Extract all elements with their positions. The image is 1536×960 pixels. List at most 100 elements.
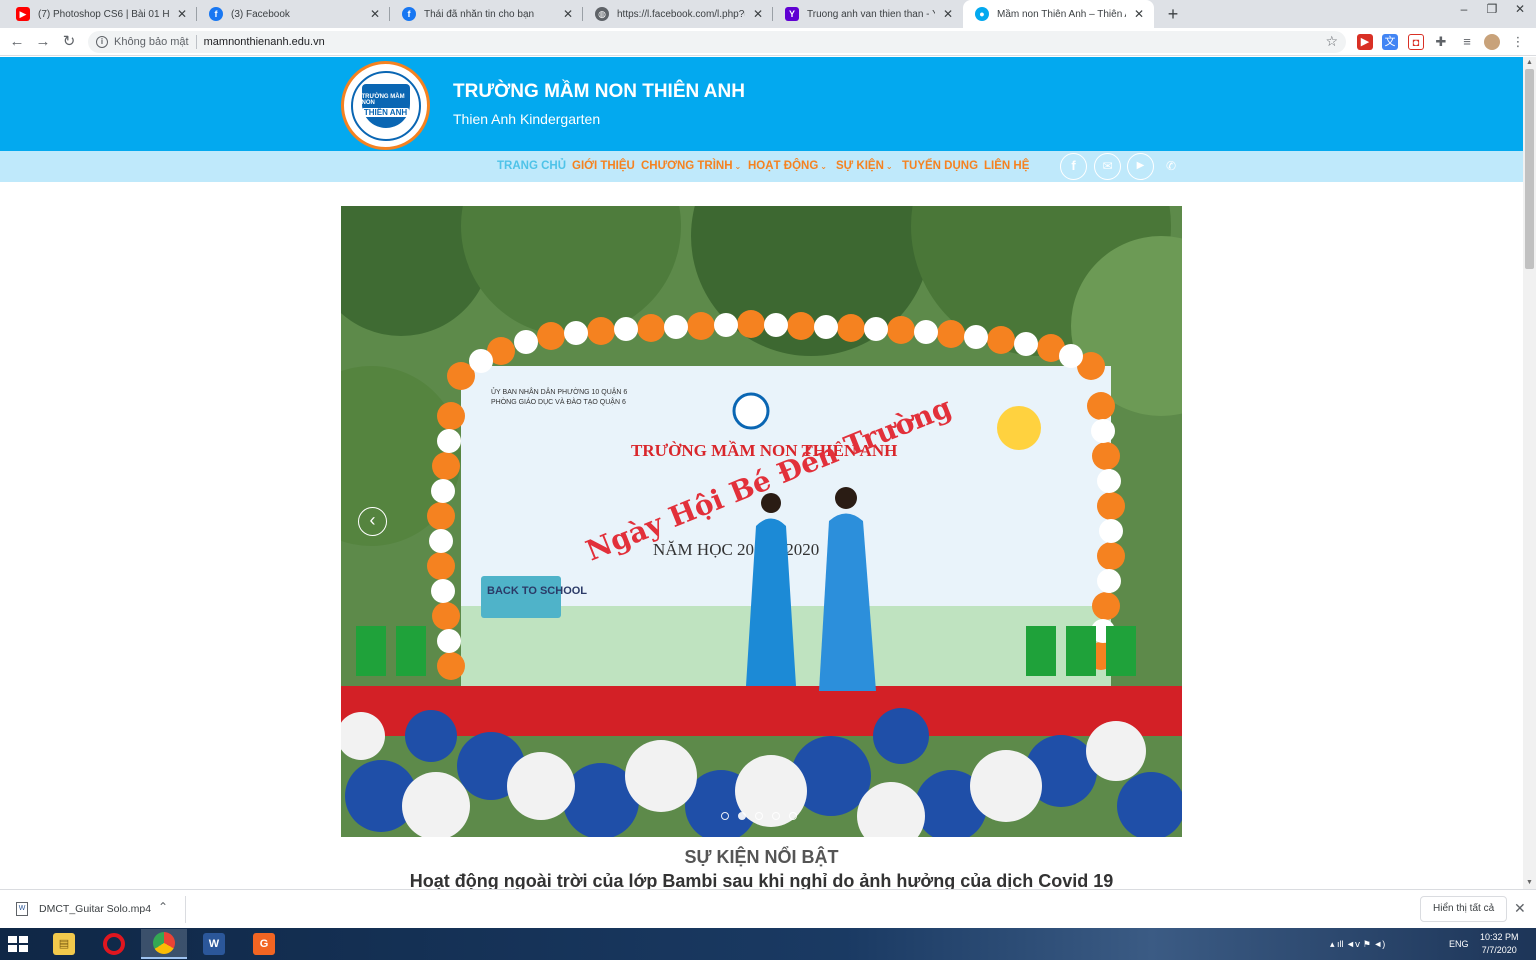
reload-button[interactable]: ↻ [59,32,79,52]
show-all-button[interactable]: Hiển thị tất cả [1420,896,1508,922]
chrome-app[interactable] [141,929,187,959]
file-explorer-app[interactable]: ▤ [41,929,87,959]
pdf-icon: G [253,933,275,955]
nav-item-events[interactable]: SỰ KIỆN ⌄ [836,151,893,182]
youtube-icon[interactable]: ▶ [1127,153,1154,180]
slider-dot[interactable] [789,812,797,820]
nav-item-activities[interactable]: HOẠT ĐỘNG ⌄ [748,151,827,182]
browser-tab-3[interactable]: ◍ https://l.facebook.com/l.php?u= ✕ [583,0,773,28]
restore-button[interactable]: ❐ [1478,0,1506,20]
close-icon[interactable]: ✕ [561,7,575,21]
folder-icon: ▤ [53,933,75,955]
site-title[interactable]: TRƯỜNG MẦM NON THIÊN ANH [453,81,745,103]
security-label: Không bảo mật [114,36,189,48]
facebook-icon: f [209,7,223,21]
close-icon[interactable]: ✕ [175,7,189,21]
bookmark-star-icon[interactable]: ☆ [1325,33,1338,50]
banner-small-text-1: ỦY BAN NHÂN DÂN PHƯỜNG 10 QUẬN 6 [491,387,627,396]
tab-title: https://l.facebook.com/l.php?u= [617,8,745,20]
chevron-down-icon: ⌄ [820,162,827,171]
forward-button[interactable]: → [33,32,53,52]
site-subtitle: Thien Anh Kindergarten [453,111,601,127]
youtube-icon: ▶ [16,7,30,21]
mail-icon[interactable]: ✉ [1094,153,1121,180]
logo-text-top: TRƯỜNG MẦM NON [361,94,405,106]
nav-item-recruitment[interactable]: TUYỂN DỤNG [902,151,978,182]
close-window-button[interactable]: ✕ [1506,0,1534,20]
slider-dot[interactable] [772,812,780,820]
logo-text-main: THIÊN ANH [361,108,410,117]
facebook-icon[interactable]: f [1060,153,1087,180]
page-scrollbar[interactable]: ▲ ▼ [1523,57,1536,889]
divider [185,896,186,923]
word-app[interactable]: W [191,929,237,959]
scroll-up-icon[interactable]: ▲ [1523,57,1536,69]
tray-icons[interactable]: ▴ ıll ◄ⅴ ⚑ ◄) [1330,928,1385,960]
opera-icon [103,933,125,955]
browser-tab-0[interactable]: ▶ (7) Photoshop CS6 | Bài 01 Học c ✕ [4,0,197,28]
section-title: SỰ KIỆN NỔI BẬT [684,847,839,867]
taskbar-clock[interactable]: 10:32 PM 7/7/2020 [1480,931,1519,957]
language-indicator[interactable]: ENG [1449,928,1469,960]
opera-app[interactable] [91,929,137,959]
pocket-extension-icon[interactable]: ◘ [1408,34,1424,50]
slider-dot[interactable] [721,812,729,820]
logo-ring: TRƯỜNG MẦM NON THIÊN ANH [350,70,421,141]
browser-tab-2[interactable]: f Thái đã nhắn tin cho bạn ✕ [390,0,583,28]
close-icon[interactable]: ✕ [941,7,955,21]
school-logo[interactable]: TRƯỜNG MẦM NON THIÊN ANH [341,61,430,150]
download-file-name[interactable]: DMCT_Guitar Solo.mp4 [39,903,151,915]
logo-shield-icon: TRƯỜNG MẦM NON THIÊN ANH [361,83,410,128]
slider-dot[interactable] [755,812,763,820]
browser-tab-4[interactable]: Y Truong anh van thien than - Yah ✕ [773,0,963,28]
download-shelf: W DMCT_Guitar Solo.mp4 ⌃ Hiển thị tất cả… [0,889,1536,928]
nav-label: SỰ KIỆN [836,160,884,172]
scroll-down-icon[interactable]: ▼ [1523,877,1536,889]
browser-tab-5[interactable]: ● Mầm non Thiên Anh – Thiên Anh ✕ [963,0,1154,28]
close-icon[interactable]: ✕ [1514,900,1526,917]
minimize-button[interactable]: – [1450,0,1478,20]
nav-label: LIÊN HỆ [984,160,1030,172]
browser-tab-1[interactable]: f (3) Facebook ✕ [197,0,390,28]
clock-time: 10:32 PM [1480,932,1519,942]
slider-prev-button[interactable]: ‹ [358,507,387,536]
nav-item-about[interactable]: GIỚI THIỆU [572,151,635,182]
slider-dots [721,812,797,820]
word-icon: W [203,933,225,955]
featured-headline[interactable]: Hoạt động ngoài trời của lớp Bambi sau k… [0,871,1523,889]
back-button[interactable]: ← [7,32,27,52]
site-icon: ● [975,7,989,21]
menu-icon[interactable]: ⋮ [1510,34,1526,50]
tab-title: Thái đã nhắn tin cho bạn [424,8,535,20]
youtube-extension-icon[interactable]: ▶ [1357,34,1373,50]
banner-small-text-2: PHÒNG GIÁO DỤC VÀ ĐÀO TẠO QUẬN 6 [491,397,626,406]
info-icon[interactable]: i [96,36,108,48]
media-control-icon[interactable]: ≡ [1459,34,1475,50]
nav-label: TRANG CHỦ [497,160,566,172]
nav-item-contact[interactable]: LIÊN HỆ [984,151,1029,182]
nav-label: GIỚI THIỆU [572,160,635,172]
chrome-icon [153,932,175,954]
new-tab-button[interactable]: + [1162,3,1184,25]
foxit-app[interactable]: G [241,929,287,959]
profile-avatar[interactable] [1484,34,1500,50]
scrollbar-thumb[interactable] [1525,69,1534,269]
puzzle-extension-icon[interactable]: ✚ [1433,34,1449,50]
nav-item-program[interactable]: CHƯƠNG TRÌNH ⌄ [641,151,741,182]
facebook-icon: f [402,7,416,21]
windows-start-icon[interactable] [8,936,28,952]
clock-date: 7/7/2020 [1481,945,1517,955]
hero-slider[interactable]: ỦY BAN NHÂN DÂN PHƯỜNG 10 QUẬN 6 PHÒNG G… [341,206,1182,837]
slider-dot-active[interactable] [738,812,746,820]
close-icon[interactable]: ✕ [1132,7,1146,21]
close-icon[interactable]: ✕ [751,7,765,21]
phone-icon[interactable]: ✆ [1166,151,1176,182]
close-icon[interactable]: ✕ [368,7,382,21]
nav-item-home[interactable]: TRANG CHỦ [497,151,566,182]
address-bar[interactable]: i Không bảo mật mamnonthienanh.edu.vn ☆ [88,31,1346,53]
main-nav: TRANG CHỦ GIỚI THIỆU CHƯƠNG TRÌNH ⌄ HOẠT … [0,151,1523,182]
page-viewport: TRƯỜNG MẦM NON THIÊN ANH TRƯỜNG MẦM NON … [0,57,1523,889]
chevron-up-icon[interactable]: ⌃ [158,900,168,914]
translate-extension-icon[interactable]: 文 [1382,34,1398,50]
browser-toolbar: ← → ↻ i Không bảo mật mamnonthienanh.edu… [0,28,1536,56]
